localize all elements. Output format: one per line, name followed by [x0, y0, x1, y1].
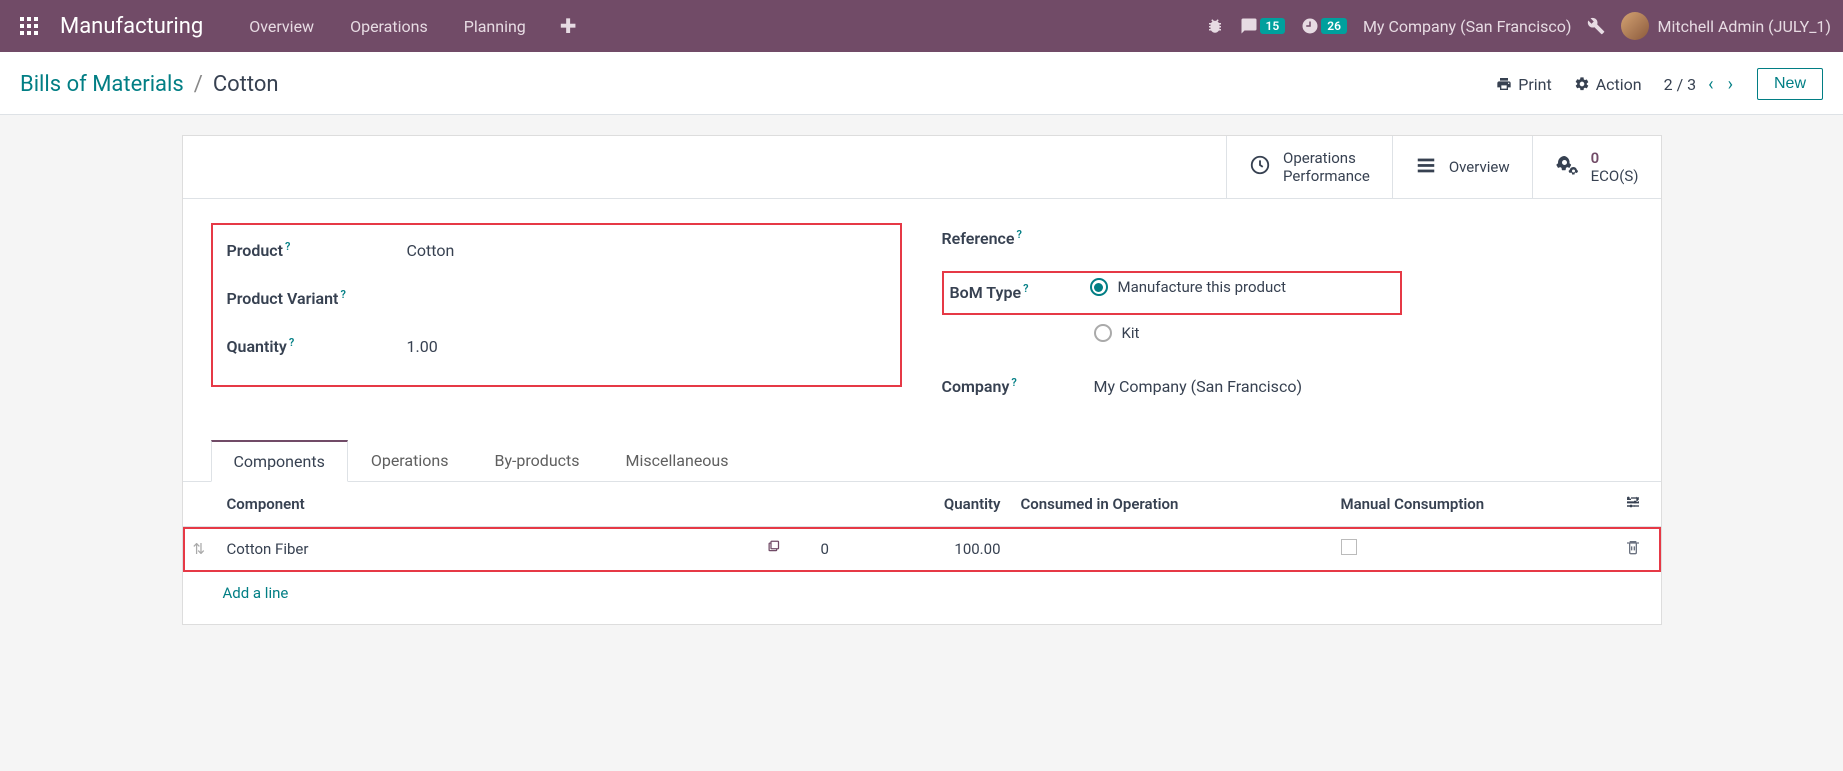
tab-operations[interactable]: Operations — [348, 440, 472, 482]
list-icon — [1415, 154, 1437, 180]
print-button[interactable]: Print — [1496, 75, 1551, 94]
activities-badge: 26 — [1321, 18, 1347, 34]
trash-icon[interactable] — [1625, 541, 1641, 559]
apps-icon[interactable] — [16, 13, 42, 39]
new-button[interactable]: New — [1757, 68, 1823, 100]
label-bom-type: BoM Type? — [950, 283, 1090, 302]
stat-ecos[interactable]: 0 ECO(S) — [1532, 136, 1661, 198]
components-table: Component Quantity Consumed in Operation… — [183, 482, 1661, 614]
breadcrumb-root[interactable]: Bills of Materials — [20, 72, 184, 97]
breadcrumb: Bills of Materials / Cotton — [20, 72, 279, 97]
radio-manufacture[interactable] — [1090, 278, 1108, 296]
cell-quantity[interactable]: 100.00 — [871, 527, 1011, 572]
radio-kit-label[interactable]: Kit — [1122, 324, 1140, 342]
stat-overview[interactable]: Overview — [1392, 136, 1532, 198]
company-switcher[interactable]: My Company (San Francisco) — [1363, 17, 1572, 36]
nav-overview[interactable]: Overview — [235, 11, 328, 42]
radio-kit[interactable] — [1094, 324, 1112, 342]
help-icon[interactable]: ? — [289, 336, 294, 349]
help-icon[interactable]: ? — [340, 288, 345, 301]
help-icon[interactable]: ? — [1011, 376, 1016, 389]
tab-by-products[interactable]: By-products — [471, 440, 602, 482]
cell-component[interactable]: Cotton Fiber — [227, 540, 309, 558]
gears-icon — [1555, 153, 1579, 181]
user-menu[interactable]: Mitchell Admin (JULY_1) — [1621, 12, 1831, 40]
systray: 15 26 My Company (San Francisco) Mitchel… — [1206, 12, 1831, 40]
highlight-bom-type: BoM Type? Manufacture this product — [942, 271, 1402, 315]
cp-right: Print Action 2 / 3 ‹ › New — [1496, 68, 1823, 100]
gear-icon — [1574, 76, 1590, 92]
cell-consumed-in[interactable] — [1011, 527, 1331, 572]
breadcrumb-sep: / — [194, 72, 203, 97]
form-sheet: Operations Performance Overview 0 ECO( — [182, 135, 1662, 625]
avatar — [1621, 12, 1649, 40]
stat-operations-performance[interactable]: Operations Performance — [1226, 136, 1392, 198]
label-company: Company? — [942, 377, 1094, 396]
stat-overview-label: Overview — [1449, 158, 1510, 176]
nav-planning[interactable]: Planning — [450, 11, 540, 42]
th-manual[interactable]: Manual Consumption — [1331, 482, 1611, 527]
columns-options-icon[interactable] — [1625, 496, 1641, 514]
help-icon[interactable]: ? — [1017, 228, 1022, 241]
print-icon — [1496, 76, 1512, 92]
stat-ops-line2: Performance — [1283, 167, 1370, 185]
breadcrumb-current: Cotton — [213, 72, 279, 97]
radio-manufacture-label[interactable]: Manufacture this product — [1118, 278, 1287, 296]
stat-ops-line1: Operations — [1283, 149, 1370, 167]
th-consumed-in[interactable]: Consumed in Operation — [1011, 482, 1331, 527]
tools-icon[interactable] — [1587, 17, 1605, 35]
add-menu-icon[interactable]: ✚ — [548, 14, 589, 38]
print-label: Print — [1518, 75, 1551, 94]
pager-text[interactable]: 2 / 3 — [1664, 75, 1697, 94]
app-brand[interactable]: Manufacturing — [60, 14, 203, 39]
add-line-link[interactable]: Add a line — [183, 572, 1661, 614]
cell-forecast[interactable]: 0 — [811, 527, 871, 572]
debug-icon[interactable] — [1206, 17, 1224, 35]
messages-icon[interactable]: 15 — [1240, 17, 1286, 35]
checkbox-manual[interactable] — [1341, 539, 1357, 555]
label-product: Product? — [227, 241, 407, 260]
external-link-icon[interactable] — [766, 540, 781, 559]
help-icon[interactable]: ? — [1023, 282, 1028, 295]
label-reference: Reference? — [942, 229, 1122, 248]
stat-ecos-count: 0 — [1591, 149, 1639, 167]
action-button[interactable]: Action — [1574, 75, 1642, 94]
field-company[interactable]: My Company (San Francisco) — [1094, 377, 1303, 396]
field-product[interactable]: Cotton — [407, 241, 455, 260]
nav-operations[interactable]: Operations — [336, 11, 442, 42]
th-quantity[interactable]: Quantity — [871, 482, 1011, 527]
pager: 2 / 3 ‹ › — [1664, 74, 1735, 95]
highlight-product-section: Product? Cotton Product Variant? Quantit… — [211, 223, 902, 387]
help-icon[interactable]: ? — [285, 240, 290, 253]
main-navbar: Manufacturing Overview Operations Planni… — [0, 0, 1843, 52]
table-row[interactable]: ⇅ Cotton Fiber 0 100.00 — [183, 527, 1661, 572]
pager-prev-icon[interactable]: ‹ — [1706, 74, 1715, 95]
control-panel: Bills of Materials / Cotton Print Action… — [0, 52, 1843, 115]
label-product-variant: Product Variant? — [227, 289, 407, 308]
action-label: Action — [1596, 75, 1642, 94]
label-quantity: Quantity? — [227, 337, 407, 356]
tab-miscellaneous[interactable]: Miscellaneous — [603, 440, 752, 482]
th-component[interactable]: Component — [217, 482, 811, 527]
messages-badge: 15 — [1260, 18, 1286, 34]
activities-icon[interactable]: 26 — [1301, 17, 1347, 35]
tab-components[interactable]: Components — [211, 440, 348, 482]
stat-ecos-label: ECO(S) — [1591, 167, 1639, 185]
clock-icon — [1249, 154, 1271, 180]
notebook-tabs: Components Operations By-products Miscel… — [183, 439, 1661, 482]
field-quantity[interactable]: 1.00 — [407, 337, 438, 356]
drag-handle-icon[interactable]: ⇅ — [193, 540, 206, 558]
user-name: Mitchell Admin (JULY_1) — [1657, 17, 1831, 36]
stat-button-box: Operations Performance Overview 0 ECO( — [183, 136, 1661, 199]
pager-next-icon[interactable]: › — [1726, 74, 1735, 95]
